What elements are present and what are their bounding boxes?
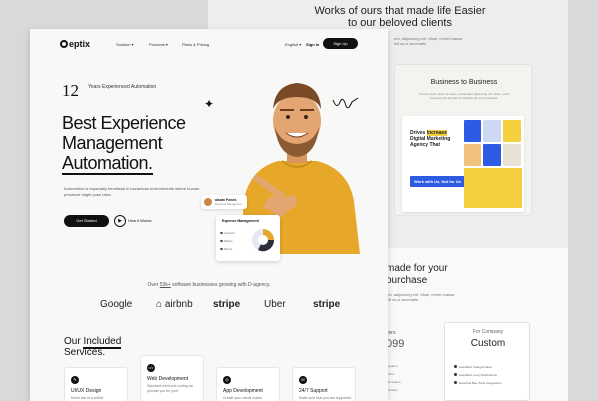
service-name: 24/7 Support [299,388,328,394]
agency-headline: Drives Increase Digital Marketing Agency… [410,130,451,148]
plan-audience: For Company [472,329,504,335]
brand-airbnb: ⌂ airbnb [156,299,193,310]
brand-stripe: stripe [313,299,341,310]
service-name: Web Development [147,376,189,382]
service-name: UI/UX Design [71,388,102,394]
hero-lead: Automation is especially beneficial in h… [64,186,200,197]
agency-yellow-panel [464,168,522,208]
sparkle-icon: ✦ [204,97,215,111]
purchase-hint: ent. adipiscing elit. Vitae, morbi massa… [386,292,455,302]
chevron-down-icon: ▾ [165,42,168,47]
service-card[interactable]: ◎ App Development Create your visual voi… [216,367,280,401]
airbnb-icon: ⌂ [156,299,163,310]
purchase-title-line2: ourchase [386,275,428,286]
expense-row: Account [220,231,235,235]
avatar [204,198,212,206]
service-card[interactable]: ✎ UI/UX Design Morbi nisi et a sollicit [64,367,128,401]
plan-feature: Feedback Loop Notifications [454,373,497,377]
agency-website-thumbnail[interactable]: Drives Increase Digital Marketing Agency… [402,116,524,212]
b2b-subtitle: Tincunt ipsum dolor sit amet, consectetu… [418,92,510,100]
expense-row: Memo [219,247,233,251]
logo-icon [60,40,68,48]
chevron-down-icon: ▾ [299,42,302,47]
app-icon: ◎ [223,376,231,384]
expense-pie-icon [252,229,275,252]
signin-link[interactable]: Sign In [306,42,319,47]
years-label: Years Experienced Automation [88,84,157,90]
brand-logo[interactable]: eptix [60,39,90,49]
plan-feature: Essential Bee Tools integrations [453,381,502,385]
nav-products[interactable]: Products ▾ [149,42,168,47]
service-description: Create your visual voices [223,396,263,400]
agency-photo-grid [464,120,522,166]
profile-role: Bussiness Management [215,203,242,206]
custom-plan-card[interactable]: For Company Custom Feedback Categorizati… [444,322,530,401]
get-started-button[interactable]: Get Started [64,215,109,227]
how-it-works-button[interactable]: ▶ How it Works [114,215,151,227]
purchase-title-line1: made for your [386,263,448,274]
works-title-line2: to our beloved clients [348,17,452,29]
nav-plans-pricing[interactable]: Plans & Pricing [182,42,209,47]
code-icon: </> [147,364,155,372]
service-description: Standard went and coding we provide you … [147,384,194,393]
support-icon: ☏ [299,376,307,384]
b2b-title: Business to Business [430,79,498,86]
brand-stripe: stripe [213,299,241,310]
plan-left-feature: munication [386,380,401,384]
plan-feature: Feedback Categorization [453,365,493,369]
chevron-down-icon: ▾ [131,42,134,47]
expense-card-title: Expense Management [222,219,259,223]
service-card[interactable]: </> Web Development Standard went and co… [140,355,204,401]
profile-chip: alsam Fonds Bussiness Management [201,195,247,209]
play-icon: ▶ [114,215,126,227]
plan-name: Custom [470,338,506,349]
signup-button[interactable]: Sign Up [323,38,358,49]
brand-uber: Uber [264,299,286,310]
hero-headline: Best Experience Management Automation. [62,113,186,175]
service-name: App Development [223,388,263,394]
expense-row: Works [219,239,233,243]
service-card[interactable]: ☏ 24/7 Support Make sure that you are su… [292,367,356,401]
trust-statement: Over 53k+ software businesses growing wi… [147,282,271,288]
service-description: Morbi nisi et a sollicit [71,396,104,400]
language-select[interactable]: English ▾ [285,42,301,47]
expense-management-card: Expense Management Account Works Memo [216,215,280,261]
service-description: Make sure that you are supported [299,396,352,400]
works-title-line1: Works of ours that made life Easier [314,5,486,17]
brand-google: Google [100,299,133,310]
works-hint: ent. adipiscing elit. Vitae, morbi massa… [394,36,463,46]
plan-left-price: 099 [386,338,405,350]
years-number: 12 [62,81,79,100]
services-heading: Our Included Services. [64,336,122,358]
profile-name: alsam Fonds [215,198,237,202]
work-with-us-banner: Work with Us, Not for Us. [410,176,466,187]
nav-solution[interactable]: Solution ▾ [116,42,134,47]
design-tools-icon: ✎ [71,376,79,384]
landing-page-preview: eptix Solution ▾ Products ▾ Plans & Pric… [30,29,388,401]
